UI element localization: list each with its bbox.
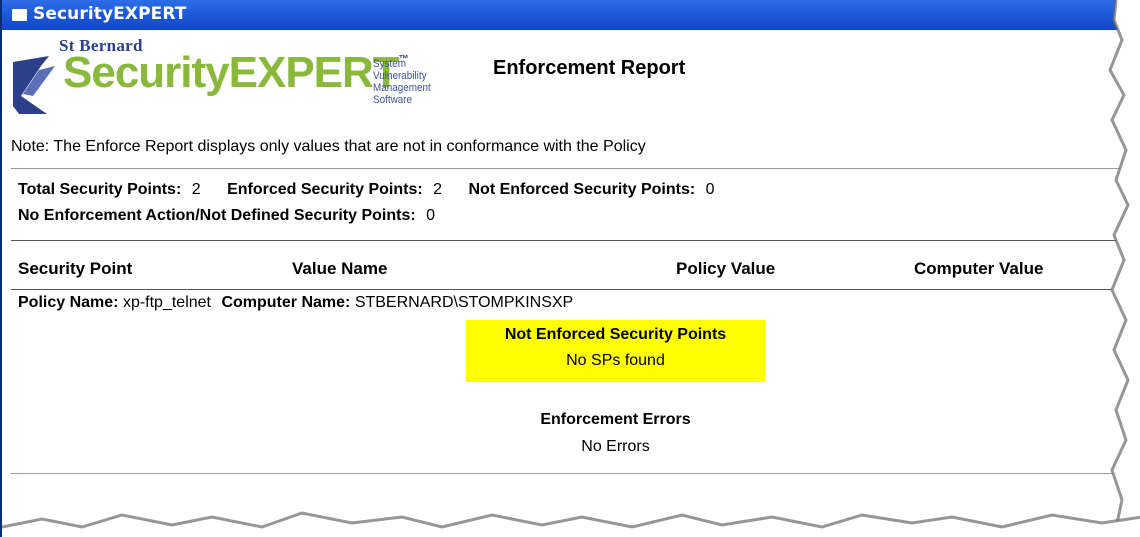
not-enforced-points-value: 0 — [705, 181, 715, 198]
not-enforced-heading: Not Enforced Security Points — [504, 326, 727, 343]
divider — [11, 168, 1121, 169]
policy-name-value: xp-ftp_telnet — [122, 294, 211, 311]
column-header-security-point: Security Point — [18, 259, 133, 278]
enforcement-errors-heading: Enforcement Errors — [540, 411, 691, 428]
column-header-policy-value: Policy Value — [676, 259, 776, 278]
policy-info-line: Policy Name: xp-ftp_telnet Computer Name… — [18, 294, 573, 312]
computer-name-label: Computer Name: — [221, 294, 351, 311]
summary-line-1: Total Security Points: 2 Enforced Securi… — [18, 181, 715, 199]
logo-tagline: System Vulnerability Management Software — [373, 58, 431, 106]
report-note: Note: The Enforce Report displays only v… — [11, 138, 646, 155]
title-bar[interactable]: SecurityEXPERT — [2, 0, 1140, 30]
policy-name-label: Policy Name: — [18, 294, 119, 311]
torn-edge-right — [1108, 0, 1140, 537]
no-action-points-value: 0 — [426, 207, 436, 224]
security-expert-window: SecurityEXPERT St Bernard SecurityEXPERT… — [0, 0, 1140, 537]
summary-line-2: No Enforcement Action/Not Defined Securi… — [18, 207, 435, 225]
enforcement-errors-text: No Errors — [581, 438, 650, 455]
enforced-points-value: 2 — [433, 181, 443, 198]
computer-name-value: STBERNARD\STOMPKINSXP — [354, 294, 574, 311]
divider — [11, 289, 1121, 290]
divider — [11, 473, 1121, 474]
torn-edge-bottom — [2, 511, 1140, 537]
not-enforced-text: No SPs found — [566, 352, 665, 369]
tagline-line: Software — [373, 94, 413, 106]
not-enforced-points-label: Not Enforced Security Points: — [468, 181, 696, 198]
security-expert-logo: St Bernard SecurityEXPERT™ System Vulner… — [11, 34, 431, 124]
tagline-line: System — [373, 58, 407, 70]
tagline-line: Management — [373, 82, 431, 94]
total-points-value: 2 — [191, 181, 201, 198]
logo-brand-name: SecurityEXPERT — [63, 48, 400, 97]
total-points-label: Total Security Points: — [18, 181, 182, 198]
divider — [11, 240, 1121, 241]
window-icon — [12, 9, 27, 21]
report-title: Enforcement Report — [493, 57, 686, 79]
logo-shield-icon — [13, 56, 55, 114]
enforced-points-label: Enforced Security Points: — [227, 181, 423, 198]
window-title: SecurityEXPERT — [33, 4, 187, 24]
logo-brand-main: SecurityEXPERT™ — [63, 48, 409, 98]
column-header-computer-value: Computer Value — [914, 259, 1044, 278]
no-action-points-label: No Enforcement Action/Not Defined Securi… — [18, 207, 416, 224]
tagline-line: Vulnerability — [373, 70, 427, 82]
column-header-value-name: Value Name — [292, 259, 388, 278]
